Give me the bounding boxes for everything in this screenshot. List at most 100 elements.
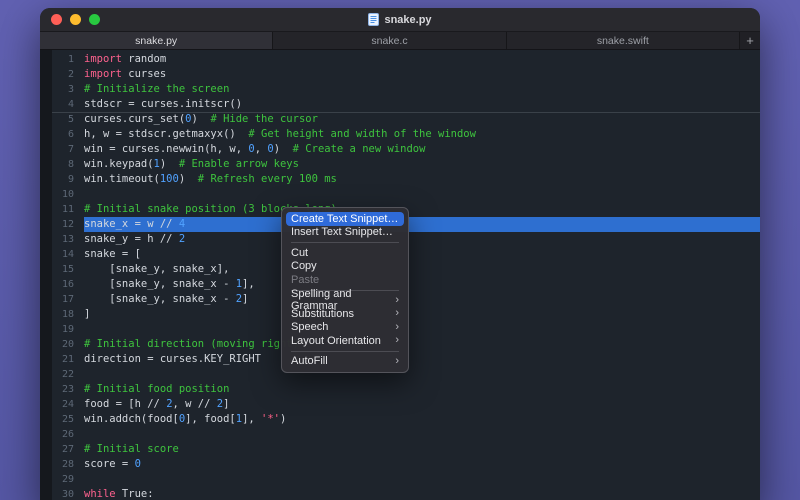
code-text — [84, 187, 760, 202]
code-text — [84, 367, 760, 382]
code-text — [84, 427, 760, 442]
code-text: [snake_y, snake_x], — [84, 262, 760, 277]
code-line-3[interactable]: 3# Initialize the screen — [52, 82, 760, 97]
line-number: 19 — [52, 322, 84, 337]
code-text: win.keypad(1) # Enable arrow keys — [84, 157, 760, 172]
code-line-23[interactable]: 23# Initial food position — [52, 382, 760, 397]
code-text: ] — [84, 307, 760, 322]
code-line-10[interactable]: 10 — [52, 187, 760, 202]
line-number: 3 — [52, 82, 84, 97]
line-number: 7 — [52, 142, 84, 157]
line-number: 28 — [52, 457, 84, 472]
line-number: 8 — [52, 157, 84, 172]
code-text: snake_x = w // 4 — [84, 217, 760, 232]
menu-item-paste: Paste — [286, 273, 404, 287]
menu-separator — [291, 242, 399, 243]
menu-item-autofill[interactable]: AutoFill› — [286, 355, 404, 369]
code-line-2[interactable]: 2import curses — [52, 67, 760, 82]
line-number: 26 — [52, 427, 84, 442]
menu-item-speech[interactable]: Speech › — [286, 321, 404, 335]
menu-item-create-text-snippet[interactable]: Create Text Snippet… — [286, 212, 404, 226]
line-number: 18 — [52, 307, 84, 322]
menu-item-copy[interactable]: Copy — [286, 260, 404, 274]
code-line-30[interactable]: 30while True: — [52, 487, 760, 500]
code-line-9[interactable]: 9win.timeout(100) # Refresh every 100 ms — [52, 172, 760, 187]
code-text: snake_y = h // 2 — [84, 232, 760, 247]
line-number: 20 — [52, 337, 84, 352]
menu-item-spelling-and-grammar[interactable]: Spelling and Grammar› — [286, 294, 404, 308]
line-number: 12 — [52, 217, 84, 232]
code-line-5[interactable]: 5curses.curs_set(0) # Hide the cursor — [52, 112, 760, 127]
code-text: # Initialize the screen — [84, 82, 760, 97]
code-line-4[interactable]: 4stdscr = curses.initscr() — [52, 97, 760, 112]
line-number: 14 — [52, 247, 84, 262]
line-number: 17 — [52, 292, 84, 307]
code-line-28[interactable]: 28score = 0 — [52, 457, 760, 472]
line-number: 13 — [52, 232, 84, 247]
submenu-chevron-icon: › — [395, 295, 399, 306]
line-number: 25 — [52, 412, 84, 427]
code-text: # Initial snake position (3 blocks long) — [84, 202, 760, 217]
code-text — [84, 322, 760, 337]
code-text: import random — [84, 52, 760, 67]
title-bar[interactable]: snake.py — [40, 8, 760, 32]
menu-item-label: Insert Text Snippet… — [291, 226, 393, 238]
menu-item-label: Cut — [291, 247, 308, 259]
line-number: 23 — [52, 382, 84, 397]
tab-snake-py[interactable]: snake.py — [40, 32, 273, 49]
code-line-24[interactable]: 24food = [h // 2, w // 2] — [52, 397, 760, 412]
code-line-25[interactable]: 25win.addch(food[0], food[1], '*') — [52, 412, 760, 427]
title-area: snake.py — [40, 8, 760, 31]
menu-item-label: Layout Orientation — [291, 335, 381, 347]
menu-item-layout-orientation[interactable]: Layout Orientation› — [286, 334, 404, 348]
code-text: direction = curses.KEY_RIGHT — [84, 352, 760, 367]
code-text: import curses — [84, 67, 760, 82]
code-line-26[interactable]: 26 — [52, 427, 760, 442]
code-text: food = [h // 2, w // 2] — [84, 397, 760, 412]
line-number: 11 — [52, 202, 84, 217]
add-tab-button[interactable]: + — [740, 32, 760, 49]
line-number: 1 — [52, 52, 84, 67]
menu-separator — [291, 351, 399, 352]
tab-bar: snake.pysnake.csnake.swift+ — [40, 32, 760, 50]
line-number: 27 — [52, 442, 84, 457]
submenu-chevron-icon: › — [395, 322, 399, 333]
line-number: 24 — [52, 397, 84, 412]
desktop: { "titlebar": { "title": "snake.py" }, "… — [0, 0, 800, 500]
code-text: h, w = stdscr.getmaxyx() # Get height an… — [84, 127, 760, 142]
context-menu: Create Text Snippet…Insert Text Snippet…… — [281, 207, 409, 373]
code-line-7[interactable]: 7win = curses.newwin(h, w, 0, 0) # Creat… — [52, 142, 760, 157]
code-text: curses.curs_set(0) # Hide the cursor — [84, 112, 760, 127]
line-number: 15 — [52, 262, 84, 277]
line-number: 22 — [52, 367, 84, 382]
code-text: # Initial score — [84, 442, 760, 457]
menu-item-label: Copy — [291, 260, 317, 272]
line-number: 6 — [52, 127, 84, 142]
code-line-6[interactable]: 6h, w = stdscr.getmaxyx() # Get height a… — [52, 127, 760, 142]
editor-left-strip — [40, 50, 52, 500]
code-line-27[interactable]: 27# Initial score — [52, 442, 760, 457]
code-text: [snake_y, snake_x - 1], — [84, 277, 760, 292]
line-number: 2 — [52, 67, 84, 82]
code-line-8[interactable]: 8win.keypad(1) # Enable arrow keys — [52, 157, 760, 172]
line-number: 21 — [52, 352, 84, 367]
line-number: 9 — [52, 172, 84, 187]
menu-item-insert-text-snippet[interactable]: Insert Text Snippet… — [286, 226, 404, 240]
code-text: # Initial direction (moving right) — [84, 337, 760, 352]
code-text: # Initial food position — [84, 382, 760, 397]
document-icon — [368, 13, 379, 26]
menu-item-label: Substitutions — [291, 308, 354, 320]
menu-item-cut[interactable]: Cut — [286, 246, 404, 260]
code-line-29[interactable]: 29 — [52, 472, 760, 487]
line-number: 4 — [52, 97, 84, 112]
code-text — [84, 472, 760, 487]
tab-snake-c[interactable]: snake.c — [273, 32, 506, 49]
menu-item-label: AutoFill — [291, 355, 328, 367]
code-text: stdscr = curses.initscr() — [84, 97, 760, 112]
code-text: win.timeout(100) # Refresh every 100 ms — [84, 172, 760, 187]
menu-item-label: Paste — [291, 274, 319, 286]
code-text: win.addch(food[0], food[1], '*') — [84, 412, 760, 427]
menu-item-label: Speech — [291, 321, 328, 333]
tab-snake-swift[interactable]: snake.swift — [507, 32, 740, 49]
code-line-1[interactable]: 1import random — [52, 52, 760, 67]
